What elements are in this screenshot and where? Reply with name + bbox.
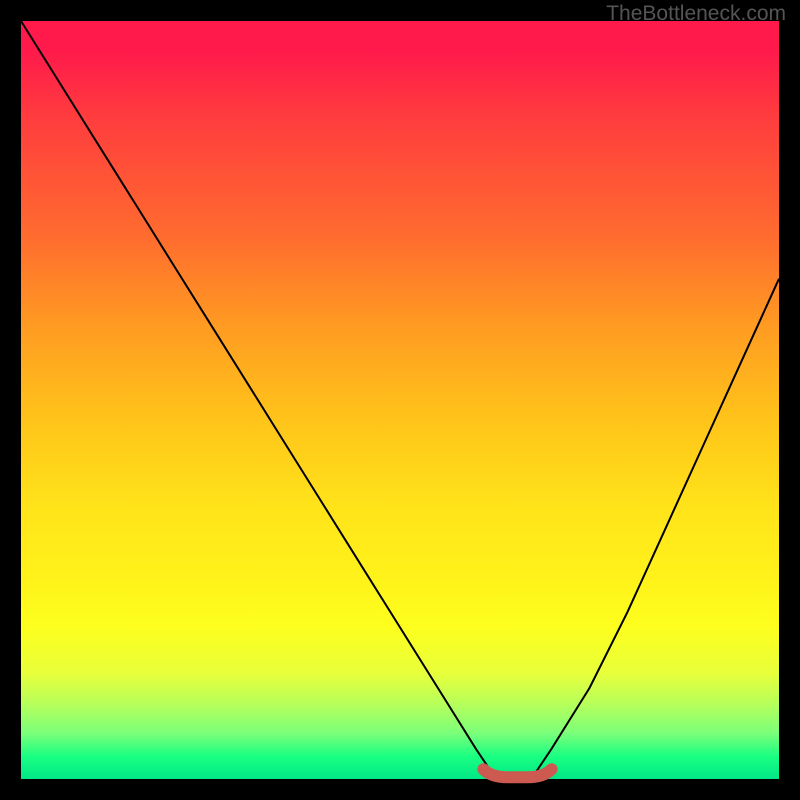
watermark-text: TheBottleneck.com	[606, 2, 786, 26]
chart-frame: TheBottleneck.com	[0, 0, 800, 800]
bottleneck-curve	[21, 21, 779, 779]
optimal-range-marker	[483, 769, 551, 777]
chart-plot-area	[21, 21, 779, 779]
chart-svg	[21, 21, 779, 779]
